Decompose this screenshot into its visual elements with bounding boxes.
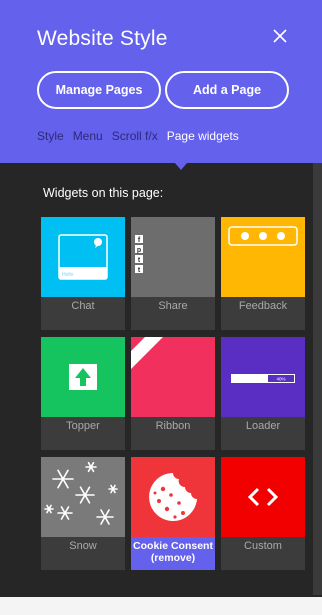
tab-scroll-fx[interactable]: Scroll f/x bbox=[112, 129, 158, 143]
bottom-strip bbox=[0, 597, 322, 615]
chat-placeholder-text: Hello bbox=[62, 272, 74, 278]
widget-topper[interactable]: Topper bbox=[41, 337, 125, 450]
pinterest-glyph: p bbox=[137, 247, 141, 254]
chat-window-icon: Hello bbox=[41, 217, 125, 297]
widget-label: Cookie Consent bbox=[133, 540, 213, 552]
share-icons: f p t t bbox=[131, 217, 215, 297]
corner-ribbon-icon bbox=[131, 337, 215, 417]
widget-label: Custom bbox=[244, 540, 282, 552]
widget-feedback[interactable]: Feedback bbox=[221, 217, 305, 330]
widget-ribbon[interactable]: Ribbon bbox=[131, 337, 215, 450]
cookie-widget-thumbnail bbox=[131, 457, 215, 537]
widget-share[interactable]: f p t t Share bbox=[131, 217, 215, 330]
chat-widget-thumbnail: Hello bbox=[41, 217, 125, 297]
topper-widget-thumbnail bbox=[41, 337, 125, 417]
cookie-icon bbox=[131, 457, 215, 537]
widget-label: Chat bbox=[71, 300, 95, 312]
page-title: Website Style bbox=[37, 27, 168, 50]
tab-style[interactable]: Style bbox=[37, 129, 64, 143]
widget-label: Feedback bbox=[238, 300, 288, 312]
feedback-dots-icon bbox=[221, 217, 305, 297]
ribbon-widget-thumbnail bbox=[131, 337, 215, 417]
widget-label: Ribbon bbox=[155, 420, 191, 432]
remove-link[interactable]: (remove) bbox=[131, 552, 215, 564]
widget-loader[interactable]: 40% Loader bbox=[221, 337, 305, 450]
snow-widget-thumbnail bbox=[41, 457, 125, 537]
feedback-widget-thumbnail bbox=[221, 217, 305, 297]
tab-bar: Style Menu Scroll f/x Page widgets bbox=[37, 129, 239, 143]
widget-label: Snow bbox=[69, 540, 97, 552]
widget-label: Topper bbox=[66, 420, 100, 432]
close-icon[interactable] bbox=[270, 26, 290, 46]
widget-label: Share bbox=[158, 300, 188, 312]
share-widget-thumbnail: f p t t bbox=[131, 217, 215, 297]
widget-cookie-consent[interactable]: Cookie Consent (remove) bbox=[131, 457, 215, 570]
code-brackets-icon bbox=[221, 457, 305, 537]
widgets-section-title: Widgets on this page: bbox=[43, 186, 164, 200]
custom-widget-thumbnail bbox=[221, 457, 305, 537]
widget-snow[interactable]: Snow bbox=[41, 457, 125, 570]
loader-percent: 40% bbox=[276, 377, 285, 382]
snowflake-icon bbox=[41, 457, 125, 537]
widget-custom[interactable]: Custom bbox=[221, 457, 305, 570]
tab-menu[interactable]: Menu bbox=[73, 129, 103, 143]
active-tab-pointer bbox=[175, 163, 187, 170]
add-page-button[interactable]: Add a Page bbox=[165, 71, 289, 109]
manage-pages-button[interactable]: Manage Pages bbox=[37, 71, 161, 109]
scrollbar[interactable] bbox=[313, 163, 322, 595]
arrow-up-icon bbox=[41, 337, 125, 417]
tab-page-widgets[interactable]: Page widgets bbox=[167, 129, 239, 143]
widget-chat[interactable]: Hello Chat bbox=[41, 217, 125, 330]
widget-label: Loader bbox=[245, 420, 281, 432]
loader-widget-thumbnail: 40% bbox=[221, 337, 305, 417]
progress-bar-icon: 40% bbox=[221, 337, 305, 417]
